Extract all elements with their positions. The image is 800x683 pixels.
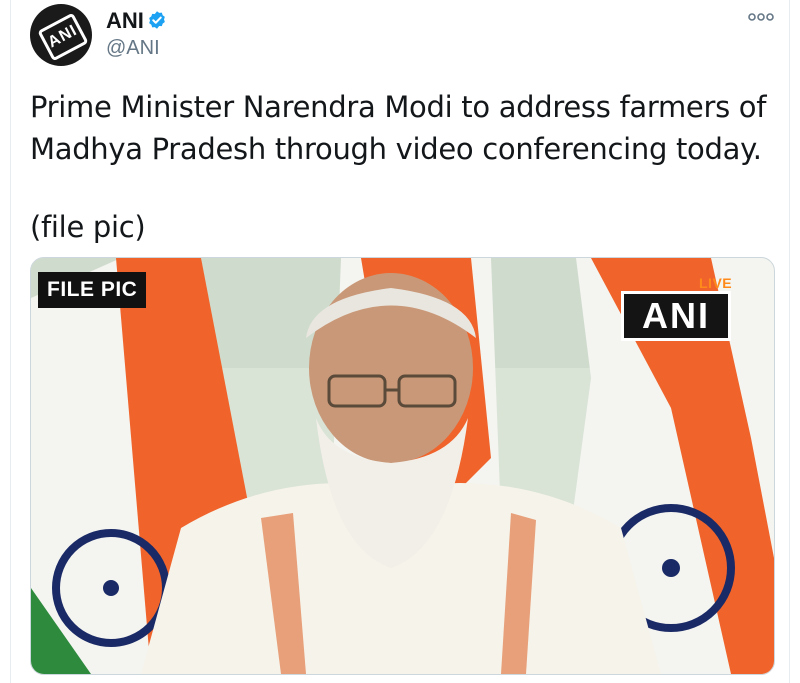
file-pic-tag: FILE PIC bbox=[38, 272, 147, 308]
avatar[interactable]: ANI bbox=[30, 4, 92, 66]
card-border bbox=[789, 0, 790, 683]
tweet-text: Prime Minister Narendra Modi to address … bbox=[30, 90, 767, 166]
live-label: LIVE bbox=[699, 275, 733, 291]
card-border bbox=[10, 0, 11, 683]
more-options-icon[interactable] bbox=[748, 10, 774, 24]
ani-logo: ANI bbox=[37, 12, 89, 62]
tweet-media-image[interactable]: FILE PIC LIVE ANI bbox=[30, 257, 775, 675]
ani-channel-bug: ANI bbox=[621, 291, 731, 341]
tweet-note: (file pic) bbox=[30, 210, 146, 244]
verified-badge-icon bbox=[149, 11, 165, 29]
account-handle[interactable]: @ANI bbox=[106, 37, 160, 60]
display-name[interactable]: ANI bbox=[106, 8, 144, 34]
